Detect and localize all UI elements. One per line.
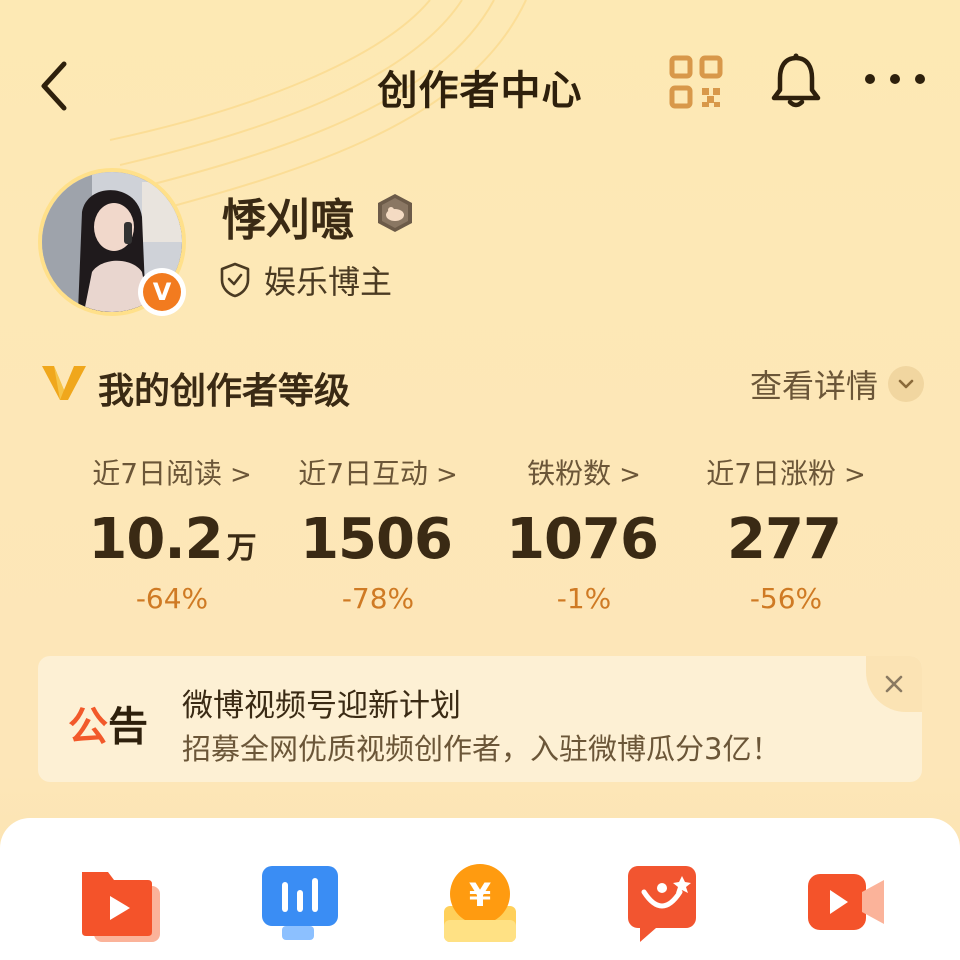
data-analytics-icon: [262, 866, 338, 940]
qr-code-button[interactable]: [668, 54, 724, 110]
more-options-button[interactable]: [860, 64, 930, 94]
video-camera-icon: [808, 874, 884, 930]
qr-code-icon: [669, 55, 723, 109]
video-folder-icon: [82, 872, 160, 942]
creator-incentive-icon: [628, 866, 696, 942]
creator-category-tag[interactable]: 娱乐博主: [218, 256, 392, 304]
stat-label: 近7日互动 >: [298, 457, 458, 490]
bell-icon: [771, 53, 821, 108]
income-yuan-icon: ¥: [444, 864, 516, 942]
stat-weekly-follower-growth[interactable]: 近7日涨粉 > 277 -56%: [666, 452, 906, 615]
chevron-right-icon: >: [619, 460, 641, 490]
close-icon: [885, 675, 903, 693]
tool-video-camera[interactable]: [804, 860, 894, 950]
creator-tools-panel: ¥: [0, 818, 960, 960]
stat-label: 近7日阅读 >: [92, 457, 252, 490]
creator-level-title: 我的创作者等级: [98, 371, 351, 412]
creator-v-logo-icon: [42, 366, 86, 400]
announcement-title: 微博视频号迎新计划: [182, 688, 461, 724]
tool-data-analytics[interactable]: [258, 860, 348, 950]
stat-weekly-interactions[interactable]: 近7日互动 > 1506 -78%: [258, 452, 498, 615]
tool-income[interactable]: ¥: [440, 860, 530, 950]
verified-badge: V: [138, 268, 186, 316]
verified-v-icon: V: [143, 273, 181, 311]
chevron-down-icon: [888, 366, 924, 402]
tool-video-folder[interactable]: [76, 860, 166, 950]
view-details-label: 查看详情: [749, 367, 878, 405]
announcement-tag: 公告: [68, 704, 148, 750]
chevron-right-icon: >: [436, 460, 458, 490]
announcement-banner[interactable]: 公告 微博视频号迎新计划 招募全网优质视频创作者，入驻微博瓜分3亿！: [38, 656, 922, 782]
announcement-subtitle: 招募全网优质视频创作者，入驻微博瓜分3亿！: [182, 732, 781, 766]
shield-check-icon: [220, 262, 250, 298]
stat-value: 1506: [300, 507, 453, 572]
more-horizontal-icon: [865, 74, 925, 84]
svg-text:¥: ¥: [469, 876, 491, 914]
category-label: 娱乐博主: [264, 263, 393, 301]
stat-change: -78%: [341, 582, 415, 615]
notification-button[interactable]: [768, 52, 824, 112]
chevron-right-icon: >: [230, 460, 252, 490]
stat-value: 277: [727, 507, 842, 572]
close-announcement-button[interactable]: [866, 656, 922, 712]
view-details-button[interactable]: 查看详情: [750, 362, 924, 406]
tool-creator-incentive[interactable]: [622, 860, 712, 950]
stat-weekly-reads[interactable]: 近7日阅读 > 10.2 万 -64%: [52, 452, 292, 615]
stat-value: 10.2 万: [88, 507, 256, 572]
chevron-right-icon: >: [844, 460, 866, 490]
stat-change: -56%: [749, 582, 823, 615]
user-level-icon: [378, 194, 412, 232]
stat-change: -64%: [135, 582, 209, 615]
top-navigation-bar: 创作者中心: [0, 40, 960, 130]
stat-label: 近7日涨粉 >: [706, 457, 866, 490]
username: 悸刈噫: [222, 195, 354, 246]
creator-level-section: 我的创作者等级 查看详情: [40, 356, 924, 412]
